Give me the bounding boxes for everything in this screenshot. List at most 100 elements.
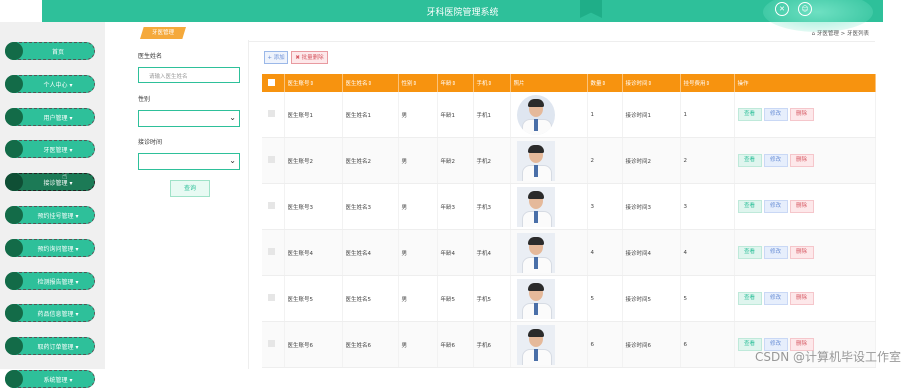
doctor-photo[interactable] [516, 278, 555, 319]
cell-actions: 查看 修改 删除 [734, 183, 876, 230]
sidebar-item-9[interactable]: 取药订单管理 ▾ [5, 337, 95, 356]
row-checkbox-cell[interactable] [262, 229, 285, 276]
watermark: CSDN @计算机毕设工作室 [754, 350, 901, 364]
edit-button[interactable]: 修改 [763, 246, 788, 259]
cell-count: 2 [587, 137, 623, 184]
cell-count: 4 [587, 229, 623, 276]
photo-hair [527, 282, 544, 291]
delete-button[interactable]: 删除 [789, 246, 814, 259]
table-header-row: 医生账号⇕ 医生姓名⇕ 性别⇕ 年龄⇕ 手机⇕ 照片 数量⇕ 接诊时间⇕ 挂号费… [262, 74, 876, 92]
sidebar-item-1[interactable]: 个人中心 ▾ [5, 74, 95, 93]
view-button[interactable]: 查看 [737, 200, 762, 213]
table-row[interactable]: 医生账号4 医生姓名4 男年龄4 手机4 4 接诊时间4 4 查看 修改 删除 [262, 229, 876, 276]
view-button[interactable]: 查看 [737, 292, 762, 305]
sidebar-item-label: 用户管理 ▾ [43, 114, 73, 122]
delete-button[interactable]: 删除 [789, 154, 814, 167]
cell-name: 医生姓名6 [342, 321, 399, 368]
delete-button[interactable]: 删除 [789, 108, 814, 121]
cell-gender: 男 [398, 321, 438, 368]
sidebar-item-5[interactable]: 预约挂号管理 ▾ [5, 206, 95, 224]
header-age[interactable]: 年龄⇕ [437, 74, 474, 92]
header-name[interactable]: 医生姓名⇕ [342, 74, 399, 92]
doctor-name-label: 医生姓名 [138, 53, 163, 60]
sidebar-item-4[interactable]: 接诊管理 ▾ [5, 173, 95, 192]
cell-time: 接诊时间3 [622, 183, 681, 230]
row-checkbox[interactable] [268, 110, 275, 117]
sidebar-item-label: 系统管理 ▾ [43, 377, 73, 384]
header-time[interactable]: 接诊时间⇕ [622, 74, 681, 92]
row-checkbox[interactable] [268, 294, 275, 301]
photo-tie [533, 302, 538, 315]
doctor-photo[interactable] [516, 140, 555, 181]
row-checkbox[interactable] [268, 248, 275, 255]
menu-dot-icon [5, 173, 23, 192]
edit-button[interactable]: 修改 [763, 200, 788, 213]
doctor-name-input[interactable]: 请输入医生姓名 [138, 67, 240, 83]
doctor-photo[interactable] [516, 232, 555, 273]
view-button[interactable]: 查看 [737, 154, 762, 167]
doctor-photo[interactable] [516, 186, 555, 227]
row-checkbox-cell[interactable] [262, 183, 285, 230]
cell-account: 医生账号6 [284, 321, 343, 368]
batch-delete-button[interactable]: ✖ 批量删除 [291, 51, 328, 64]
time-select[interactable]: ⌄ [138, 153, 240, 170]
edit-button[interactable]: 修改 [763, 154, 788, 167]
cell-time: 接诊时间2 [622, 137, 681, 184]
row-checkbox[interactable] [268, 202, 275, 209]
row-checkbox-cell[interactable] [262, 275, 285, 322]
table-row[interactable]: 医生账号2 医生姓名2 男年龄2 手机2 2 接诊时间2 2 查看 修改 删除 [262, 137, 876, 184]
tab-dentist-management[interactable]: 牙医管理 [140, 27, 186, 39]
sidebar-item-label: 预约挂号管理 ▾ [37, 213, 79, 220]
header-gender[interactable]: 性别⇕ [398, 74, 438, 92]
doctor-photo[interactable] [516, 324, 555, 365]
sidebar-item-8[interactable]: 药品信息管理 ▾ [5, 304, 95, 323]
breadcrumb: ⌂ 牙医管理 > 牙医列表 [811, 31, 869, 37]
delete-button[interactable]: 删除 [789, 292, 814, 305]
row-checkbox[interactable] [268, 340, 275, 347]
cell-count: 6 [587, 321, 623, 368]
cell-fee: 6 [680, 321, 735, 368]
cell-name: 医生姓名2 [342, 137, 399, 184]
sidebar-item-0[interactable]: 首页 [5, 42, 95, 60]
cell-account: 医生账号4 [284, 229, 343, 276]
header-count[interactable]: 数量⇕ [587, 74, 623, 92]
menu-dot-icon [5, 74, 23, 93]
select-all-checkbox-cell[interactable] [262, 74, 285, 92]
add-button[interactable]: + 添加 [264, 51, 288, 64]
sidebar-item-2[interactable]: 用户管理 ▾ [5, 107, 95, 126]
header-account[interactable]: 医生账号⇕ [284, 74, 343, 92]
cell-gender: 男 [398, 137, 438, 184]
menu-dot-icon [5, 206, 23, 224]
header-fee[interactable]: 挂号费用⇕ [680, 74, 735, 92]
header-phone[interactable]: 手机⇕ [473, 74, 511, 92]
table-row[interactable]: 医生账号1 医生姓名1 男年龄1 手机1 1 接诊时间1 1 查看 修改 删除 [262, 92, 876, 138]
close-icon[interactable]: ✕ [775, 2, 789, 16]
search-button[interactable]: 查询 [170, 180, 210, 197]
table-row[interactable]: 医生账号5 医生姓名5 男年龄5 手机5 5 接诊时间5 5 查看 修改 删除 [262, 275, 876, 322]
mouse-cursor-icon: ☝ [62, 172, 68, 182]
edit-button[interactable]: 修改 [763, 108, 788, 121]
header-photo: 照片 [510, 74, 588, 92]
cell-phone: 手机1 [473, 92, 511, 138]
chevron-down-icon: ⌄ [229, 156, 236, 165]
view-button[interactable]: 查看 [737, 108, 762, 121]
gender-select[interactable]: ⌄ [138, 110, 240, 127]
view-button[interactable]: 查看 [737, 246, 762, 259]
sidebar-item-6[interactable]: 预约询问管理 ▾ [5, 238, 95, 257]
table-row[interactable]: 医生账号3 医生姓名3 男年龄3 手机3 3 接诊时间3 3 查看 修改 删除 [262, 183, 876, 230]
sidebar-item-7[interactable]: 检测报告管理 ▾ [5, 271, 95, 290]
row-checkbox-cell[interactable] [262, 92, 285, 138]
cell-gender: 男 [398, 275, 438, 322]
sidebar-item-10[interactable]: 系统管理 ▾ [5, 370, 95, 388]
row-checkbox-cell[interactable] [262, 137, 285, 184]
delete-button[interactable]: 删除 [789, 200, 814, 213]
doctor-photo[interactable] [516, 94, 555, 135]
sidebar-item-3[interactable]: 牙医管理 ▾ [5, 140, 95, 159]
row-checkbox[interactable] [268, 156, 275, 163]
row-checkbox-cell[interactable] [262, 321, 285, 368]
edit-button[interactable]: 修改 [763, 292, 788, 305]
user-icon[interactable]: ☺ [798, 2, 812, 16]
cell-age: 年龄4 [437, 229, 474, 276]
select-all-checkbox[interactable] [268, 78, 275, 86]
cell-actions: 查看 修改 删除 [734, 92, 876, 138]
